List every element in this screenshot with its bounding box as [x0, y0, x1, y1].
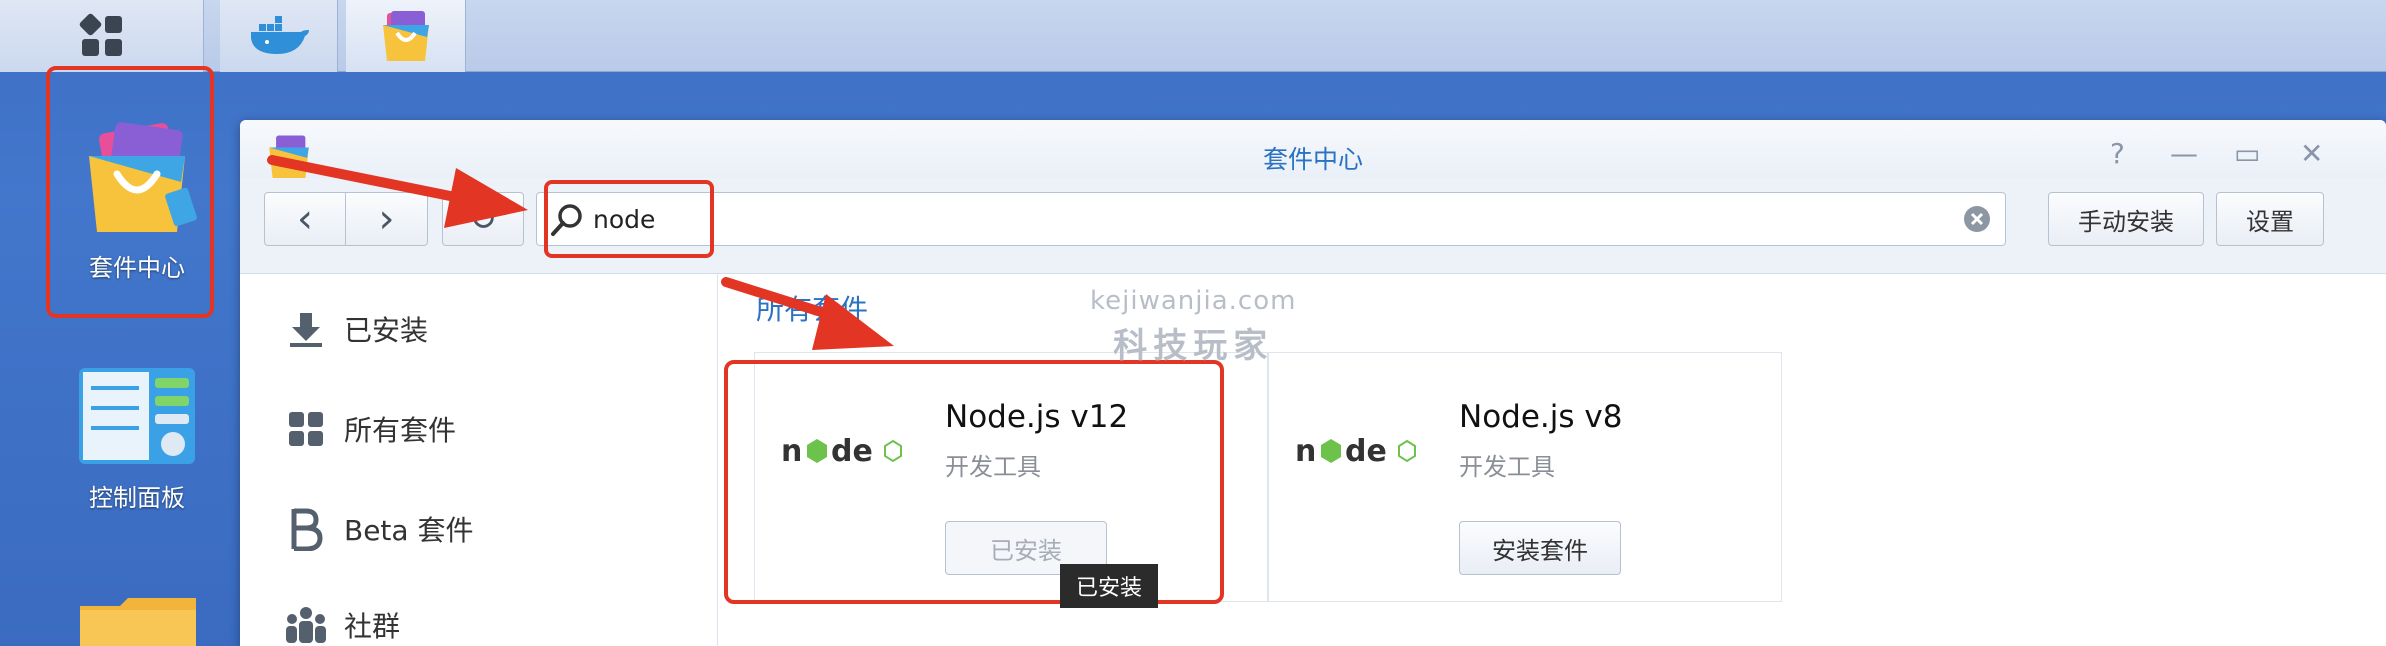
desktop-control-panel[interactable]: 控制面板 — [66, 364, 208, 513]
download-icon — [284, 307, 328, 351]
desktop-file-station[interactable] — [74, 596, 202, 646]
refresh-button[interactable]: ↻ — [442, 192, 524, 246]
main-menu-icon — [79, 13, 122, 56]
maximize-icon[interactable]: ▭ — [2234, 140, 2260, 168]
watermark-line2: 科技玩家 — [1113, 326, 1274, 366]
annotation-box-package-center — [46, 66, 214, 318]
watermark: kejiwanjia.com 科技玩家 — [1090, 286, 1296, 367]
package-center-window: 套件中心 ? — ▭ ✕ ‹ › ↻ node 手动安装 设置 已安装 所有套件… — [240, 120, 2386, 646]
clear-search-icon[interactable] — [1963, 205, 1991, 233]
chevron-left-icon: ‹ — [297, 196, 313, 242]
community-icon — [284, 603, 328, 646]
folder-icon — [80, 598, 196, 646]
docker-icon — [250, 16, 309, 54]
section-title-all-packages: 所有套件 — [756, 293, 869, 326]
package-center-icon — [382, 11, 429, 61]
beta-icon — [284, 507, 328, 551]
tooltip: 已安装 — [1060, 564, 1159, 608]
package-card-nodejs-v8[interactable]: n de Node.js v8 开发工具 安装套件 — [1268, 352, 1782, 602]
taskbar — [0, 0, 2386, 72]
desktop: 套件中心 控制面板 套件中心 ? — ▭ ✕ ‹ › ↻ node 手动安装 设… — [0, 0, 2386, 646]
nodejs-logo-icon: n de — [1295, 434, 1416, 469]
minimize-icon[interactable]: — — [2170, 140, 2198, 168]
install-package-button[interactable]: 安装套件 — [1459, 521, 1621, 575]
forward-button[interactable]: › — [346, 192, 428, 246]
settings-button[interactable]: 设置 — [2216, 192, 2324, 246]
sidebar-item-label: 已安装 — [344, 314, 429, 347]
chevron-right-icon: › — [378, 196, 395, 242]
window-titlebar[interactable]: 套件中心 ? — ▭ ✕ — [240, 120, 2386, 179]
sidebar-item-label: 所有套件 — [344, 414, 457, 447]
main-menu-button[interactable] — [0, 0, 204, 72]
sidebar-item-label: Beta 套件 — [344, 514, 474, 547]
window-title: 套件中心 — [1262, 145, 1363, 174]
manual-install-button[interactable]: 手动安装 — [2048, 192, 2204, 246]
taskbar-package-center[interactable] — [346, 0, 466, 72]
svg-text:de: de — [1345, 434, 1387, 469]
sidebar: 已安装 所有套件 Beta 套件 社群 — [240, 274, 718, 646]
search-input[interactable]: node — [536, 192, 2006, 246]
taskbar-docker-app[interactable] — [220, 0, 338, 72]
annotation-box-search — [544, 180, 714, 258]
sidebar-item-label: 社群 — [344, 610, 401, 643]
control-panel-icon — [79, 368, 195, 464]
sidebar-item-beta[interactable]: Beta 套件 — [284, 504, 473, 554]
sidebar-item-installed[interactable]: 已安装 — [284, 304, 428, 354]
desktop-control-panel-label: 控制面板 — [89, 484, 185, 512]
watermark-line1: kejiwanjia.com — [1090, 286, 1297, 316]
package-name: Node.js v8 — [1459, 399, 1623, 435]
grid-icon — [284, 407, 328, 451]
close-icon[interactable]: ✕ — [2300, 140, 2323, 168]
help-icon[interactable]: ? — [2110, 140, 2125, 168]
back-button[interactable]: ‹ — [264, 192, 346, 246]
refresh-icon: ↻ — [468, 199, 498, 239]
svg-text:n: n — [1295, 434, 1316, 469]
sidebar-item-community[interactable]: 社群 — [284, 600, 400, 646]
package-category: 开发工具 — [1459, 453, 1555, 481]
sidebar-item-all-packages[interactable]: 所有套件 — [284, 404, 456, 454]
